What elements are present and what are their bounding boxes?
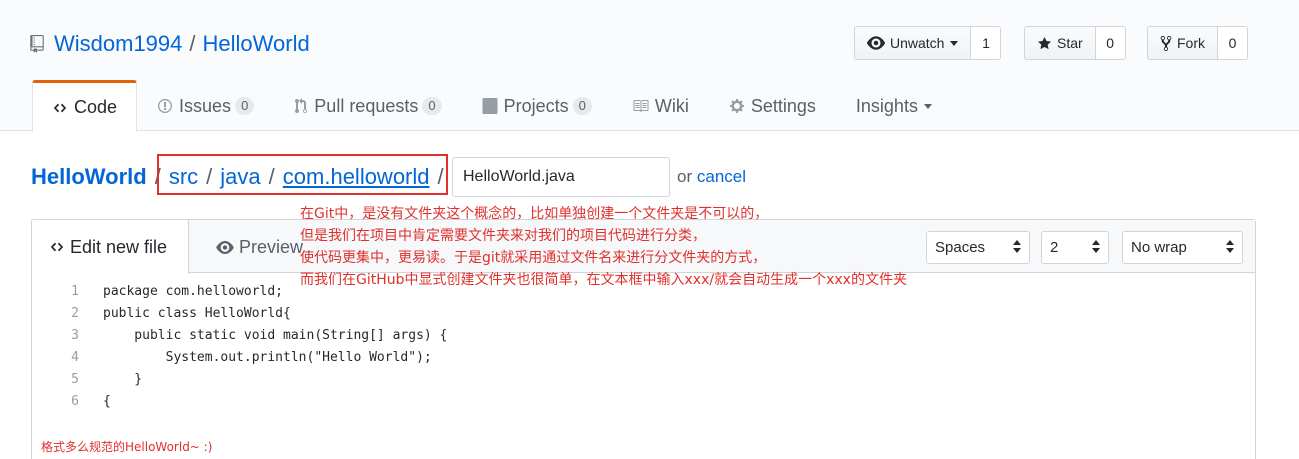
edit-tab-label: Edit new file — [70, 236, 168, 257]
tab-code[interactable]: Code — [32, 80, 138, 132]
code-icon — [49, 240, 65, 254]
code-line: 5 } — [32, 368, 1255, 390]
tab-label: Projects — [503, 95, 569, 116]
tab-label: Insights — [855, 95, 918, 116]
tab-edit-new-file[interactable]: Edit new file — [32, 220, 189, 274]
fork-count[interactable]: 0 — [1218, 26, 1248, 60]
star-button[interactable]: Star — [1024, 26, 1096, 60]
line-content: } — [103, 371, 143, 387]
code-area[interactable]: 1 package com.helloworld; 2 public class H… — [32, 280, 1255, 412]
projects-counter: 0 — [572, 97, 592, 115]
line-content: System.out.println("Hello World"); — [103, 349, 432, 365]
select-arrows-icon — [1092, 240, 1100, 253]
eye-icon — [216, 240, 234, 254]
repo-icon — [30, 34, 46, 54]
indent-mode-value: Spaces — [935, 239, 986, 256]
star-group: Star 0 — [1024, 26, 1126, 60]
chevron-down-icon — [923, 103, 932, 109]
annotation-line: 但是我们在项目中肯定需要文件夹来对我们的项目代码进行分类， — [300, 228, 706, 244]
fork-group: Fork 0 — [1147, 26, 1248, 60]
select-arrows-icon — [1226, 240, 1234, 253]
repo-name-link[interactable]: HelloWorld — [203, 31, 310, 57]
line-content: public static void main(String[] args) { — [103, 327, 448, 343]
footer-note: 格式多么规范的HelloWorld~ :) — [41, 440, 213, 454]
code-icon — [52, 101, 68, 115]
indent-size-value: 2 — [1050, 239, 1059, 256]
star-label: Star — [1057, 35, 1083, 51]
tab-wiki[interactable]: Wiki — [612, 80, 709, 131]
watch-group: Unwatch 1 — [854, 26, 1002, 60]
tab-label: Code — [74, 97, 118, 117]
line-content: public class HelloWorld{ — [103, 305, 291, 321]
line-number: 5 — [71, 371, 79, 387]
tab-label: Settings — [750, 95, 816, 116]
annotation-line: 在Git中，是没有文件夹这个概念的，比如单独创建一个文件夹是不可以的， — [300, 206, 769, 222]
star-count[interactable]: 0 — [1095, 26, 1126, 60]
gear-icon — [729, 98, 745, 114]
repo-header: Wisdom1994 / HelloWorld Unwatch 1 Star 0… — [0, 0, 1299, 132]
tab-label: Issues — [179, 95, 232, 116]
tab-issues[interactable]: Issues 0 — [137, 80, 274, 131]
repo-owner-link[interactable]: Wisdom1994 — [54, 31, 182, 57]
wrap-mode-value: No wrap — [1131, 239, 1187, 256]
or-text: or — [677, 167, 693, 186]
line-number: 2 — [71, 305, 79, 321]
code-line: 3 public static void main(String[] args)… — [32, 324, 1255, 346]
line-number: 1 — [71, 283, 79, 299]
fork-button[interactable]: Fork — [1147, 26, 1218, 60]
tab-label: Wiki — [654, 95, 689, 116]
code-line: 4 System.out.println("Hello World"); — [32, 346, 1255, 368]
indent-size-select[interactable]: 2 — [1041, 231, 1109, 264]
issue-icon — [157, 98, 173, 114]
code-line: 2 public class HelloWorld{ — [32, 302, 1255, 324]
tab-insights[interactable]: Insights — [836, 80, 952, 131]
eye-icon — [867, 36, 885, 50]
annotation-line: 使代码更集中，更易读。于是git就采用通过文件名来进行分文件夹的方式， — [300, 250, 767, 266]
repo-nav: Code Issues 0 Pull requests 0 Projects 0… — [32, 80, 952, 132]
line-content: { — [103, 393, 111, 409]
annotation-line: 而我们在GitHub中显式创建文件夹也很简单，在文本框中输入xxx/就会自动生成… — [300, 272, 907, 288]
line-number: 4 — [71, 349, 79, 365]
project-icon — [482, 98, 498, 114]
line-content: package com.helloworld; — [103, 283, 284, 299]
highlight-box — [157, 154, 448, 195]
indent-mode-select[interactable]: Spaces — [926, 231, 1030, 264]
fork-icon — [1160, 35, 1172, 51]
tab-pull-requests[interactable]: Pull requests 0 — [274, 80, 461, 131]
unwatch-label: Unwatch — [890, 35, 945, 51]
chevron-down-icon — [950, 40, 959, 46]
line-number: 3 — [71, 327, 79, 343]
preview-tab-label: Preview — [239, 236, 304, 257]
unwatch-button[interactable]: Unwatch — [854, 26, 972, 60]
select-arrows-icon — [1013, 240, 1021, 253]
issues-counter: 0 — [235, 97, 255, 115]
tab-projects[interactable]: Projects 0 — [462, 80, 612, 131]
tab-label: Pull requests — [314, 95, 419, 116]
breadcrumb-root[interactable]: HelloWorld — [31, 164, 147, 190]
code-line: 6{ — [32, 390, 1255, 412]
filename-input[interactable]: HelloWorld.java — [452, 157, 670, 197]
watch-count[interactable]: 1 — [971, 26, 1002, 60]
star-icon — [1037, 36, 1052, 49]
wrap-mode-select[interactable]: No wrap — [1122, 231, 1243, 264]
fork-label: Fork — [1177, 35, 1205, 51]
line-number: 6 — [71, 393, 79, 409]
annotation-text: 在Git中，是没有文件夹这个概念的，比如单独创建一个文件夹是不可以的， 但是我们… — [300, 203, 907, 291]
book-icon — [632, 98, 649, 114]
cancel-link[interactable]: cancel — [697, 167, 746, 186]
cancel-group: or cancel — [677, 167, 746, 187]
pull-requests-counter: 0 — [422, 97, 442, 115]
title-separator: / — [189, 31, 196, 56]
repo-title: Wisdom1994 / HelloWorld — [30, 29, 310, 59]
pull-request-icon — [294, 98, 308, 114]
tab-settings[interactable]: Settings — [709, 80, 836, 131]
